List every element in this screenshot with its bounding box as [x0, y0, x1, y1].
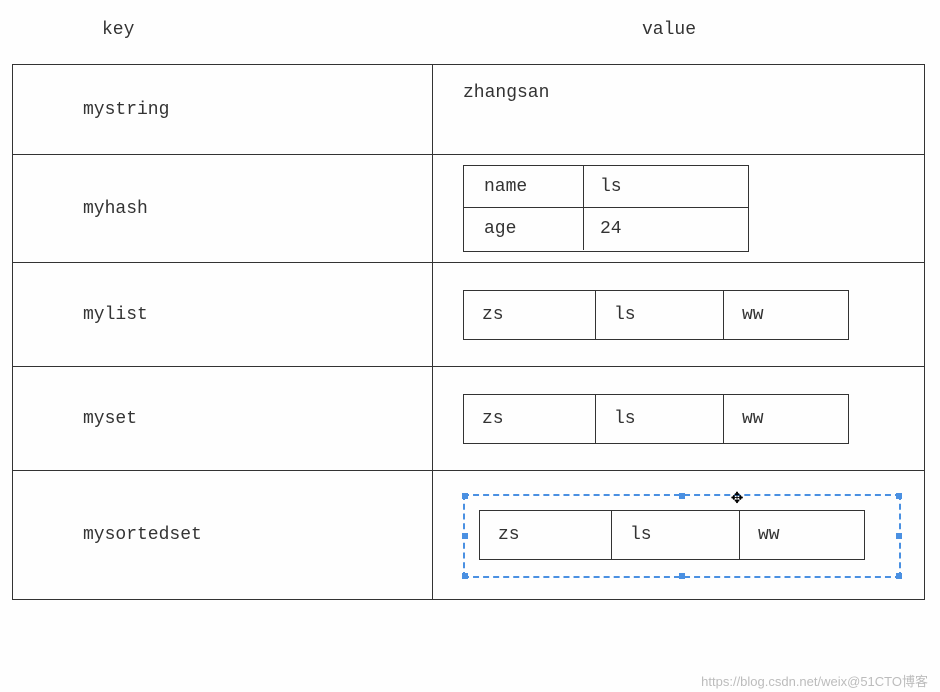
- watermark: https://blog.csdn.net/weix@51CTO博客: [701, 671, 928, 690]
- string-value: zhangsan: [463, 83, 549, 103]
- table-row: myset zs ls ww: [13, 367, 924, 471]
- key-cell-myset: myset: [13, 367, 433, 470]
- value-cell-myset: zs ls ww: [433, 367, 924, 470]
- resize-handle-bm[interactable]: [679, 573, 685, 579]
- list-item: ww: [724, 291, 848, 339]
- key-cell-myhash: myhash: [13, 155, 433, 262]
- table-row: myhash name ls age 24: [13, 155, 924, 263]
- list-table: zs ls ww: [463, 290, 849, 340]
- set-item: zs: [464, 395, 596, 443]
- key-cell-mysortedset: mysortedset: [13, 471, 433, 599]
- header-label-value: value: [432, 20, 928, 40]
- hash-row: age 24: [464, 208, 748, 250]
- selection-wrap[interactable]: ✥ zs ls ww: [463, 494, 893, 576]
- value-cell-myhash: name ls age 24: [433, 155, 924, 262]
- hash-field-value: 24: [584, 208, 748, 250]
- kv-table: mystring zhangsan myhash name ls age 24 …: [12, 64, 925, 600]
- resize-handle-tr[interactable]: [896, 493, 902, 499]
- set-item: ls: [596, 395, 724, 443]
- value-cell-mystring: zhangsan: [433, 65, 924, 154]
- value-cell-mysortedset: ✥ zs ls ww: [433, 471, 924, 599]
- header-label-key: key: [12, 20, 432, 40]
- hash-field-value: ls: [584, 166, 748, 207]
- list-item: ls: [596, 291, 724, 339]
- resize-handle-bl[interactable]: [462, 573, 468, 579]
- key-cell-mylist: mylist: [13, 263, 433, 366]
- hash-row: name ls: [464, 166, 748, 208]
- key-cell-mystring: mystring: [13, 65, 433, 154]
- resize-handle-mr[interactable]: [896, 533, 902, 539]
- selection-box[interactable]: [463, 494, 901, 578]
- hash-table: name ls age 24: [463, 165, 749, 252]
- set-item: ww: [724, 395, 848, 443]
- hash-field-key: name: [464, 166, 584, 207]
- table-row: mysortedset ✥ zs ls ww: [13, 471, 924, 599]
- header-labels: key value: [12, 12, 928, 64]
- table-row: mystring zhangsan: [13, 65, 924, 155]
- table-row: mylist zs ls ww: [13, 263, 924, 367]
- resize-handle-br[interactable]: [896, 573, 902, 579]
- hash-field-key: age: [464, 208, 584, 250]
- resize-handle-tm[interactable]: [679, 493, 685, 499]
- resize-handle-tl[interactable]: [462, 493, 468, 499]
- value-cell-mylist: zs ls ww: [433, 263, 924, 366]
- list-item: zs: [464, 291, 596, 339]
- resize-handle-ml[interactable]: [462, 533, 468, 539]
- set-table: zs ls ww: [463, 394, 849, 444]
